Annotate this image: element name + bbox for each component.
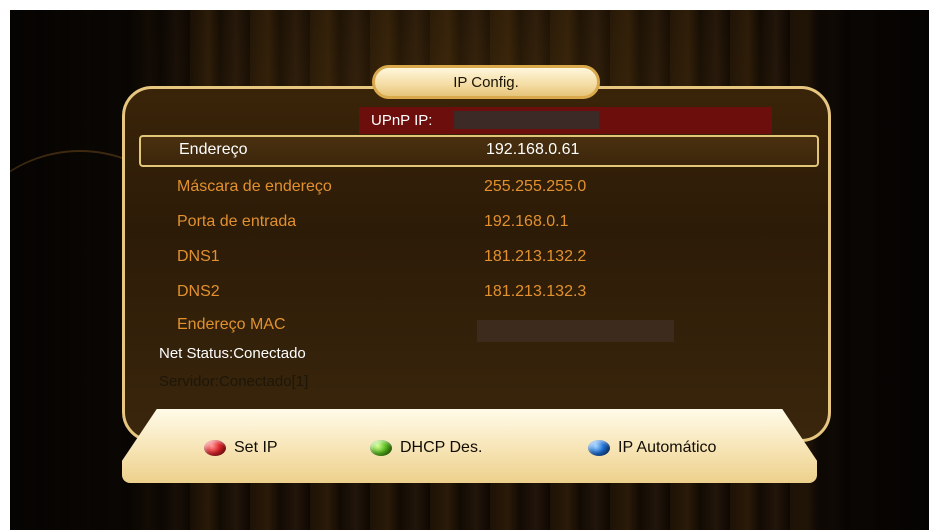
set-ip-label: Set IP [234,439,278,456]
ip-config-panel: UPnP IP: Endereço 192.168.0.61 Máscara d… [122,86,831,442]
row-value: 181.213.132.2 [484,248,587,265]
ip-automatico-button[interactable]: IP Automático [588,439,716,457]
row-value: 192.168.0.61 [486,141,580,158]
blue-button-icon [588,440,610,456]
red-button-icon [204,440,226,456]
row-value: 192.168.0.1 [484,213,569,230]
row-label: Endereço [179,141,248,158]
row-endereco-mac[interactable]: Endereço MAC [139,310,819,342]
tv-screen: IP Config. UPnP IP: Endereço 192.168.0.6… [10,10,929,530]
dhcp-label: DHCP Des. [400,439,483,456]
server-status-text: Servidor:Conectado[1] [159,373,309,390]
page-title: IP Config. [372,65,600,99]
row-label: Porta de entrada [177,213,297,230]
green-button-icon [370,440,392,456]
row-endereco[interactable]: Endereço 192.168.0.61 [139,135,819,167]
row-value: 181.213.132.3 [484,283,587,300]
row-label: DNS1 [177,248,220,265]
set-ip-button[interactable]: Set IP [204,439,278,457]
row-dns2[interactable]: DNS2 181.213.132.3 [139,277,819,309]
row-label: DNS2 [177,283,220,300]
mac-address-redacted [477,320,674,342]
row-label: Máscara de endereço [177,178,332,195]
row-dns1[interactable]: DNS1 181.213.132.2 [139,242,819,274]
page-title-text: IP Config. [453,73,519,91]
net-status-text: Net Status:Conectado [159,345,306,362]
upnp-ip-bar: UPnP IP: [359,107,772,134]
upnp-ip-redacted [454,111,599,129]
row-mascara[interactable]: Máscara de endereço 255.255.255.0 [139,172,819,204]
dhcp-button[interactable]: DHCP Des. [370,439,482,457]
row-porta-de-entrada[interactable]: Porta de entrada 192.168.0.1 [139,207,819,239]
color-button-bar: Set IP DHCP Des. IP Automático [122,409,817,483]
upnp-ip-label: UPnP IP: [371,112,433,129]
row-value: 255.255.255.0 [484,178,587,195]
ip-automatico-label: IP Automático [618,439,717,456]
row-label: Endereço MAC [177,316,286,333]
